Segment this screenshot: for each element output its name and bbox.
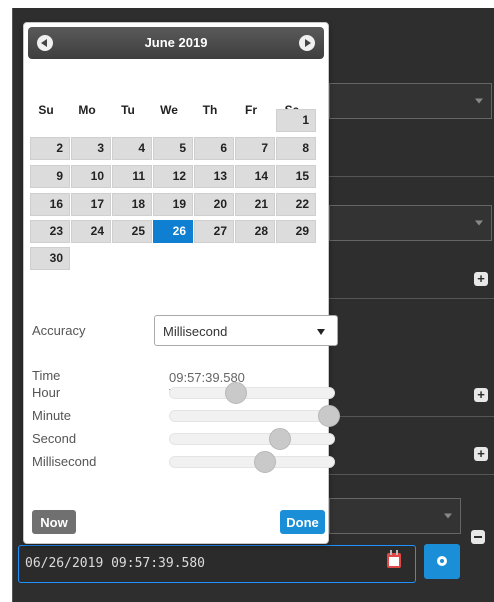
chevron-down-icon	[475, 98, 483, 104]
datetime-input[interactable]: 06/26/2019 09:57:39.580	[18, 545, 416, 583]
day-cell[interactable]: 21	[235, 193, 275, 216]
slider-track[interactable]	[169, 405, 341, 427]
add-button-1[interactable]: +	[474, 272, 488, 286]
time-label: Time	[32, 368, 61, 383]
remove-button[interactable]	[471, 530, 485, 544]
divider	[329, 416, 494, 417]
slider-handle[interactable]	[318, 405, 341, 427]
day-cell[interactable]: 29	[276, 220, 316, 243]
month-title: June 2019	[144, 35, 208, 50]
day-cell[interactable]: 14	[235, 165, 275, 188]
day-cell[interactable]: 18	[112, 193, 152, 216]
accuracy-label: Accuracy	[32, 323, 86, 338]
chevron-down-icon	[475, 220, 483, 226]
day-cell[interactable]: 9	[30, 165, 70, 188]
day-cell[interactable]: 12	[153, 165, 193, 188]
accuracy-select[interactable]: Millisecond	[154, 315, 338, 346]
now-button[interactable]: Now	[32, 510, 76, 534]
add-button-3[interactable]: +	[474, 447, 488, 461]
day-cell[interactable]: 7	[235, 137, 275, 160]
day-cell[interactable]: 25	[112, 220, 152, 243]
day-cell[interactable]: 28	[235, 220, 275, 243]
day-cell[interactable]: 10	[71, 165, 111, 188]
datetime-picker: June 2019 SuMoTuWeThFrSa 123456789101112…	[23, 22, 341, 544]
chevron-down-icon	[444, 513, 452, 519]
chevron-down-icon	[317, 329, 325, 335]
done-button[interactable]: Done	[280, 510, 325, 534]
day-cell[interactable]: 19	[153, 193, 193, 216]
weekday-label: Su	[38, 103, 54, 117]
slider-label: Hour	[32, 385, 61, 400]
slider-label: Minute	[32, 408, 72, 423]
gear-icon	[437, 556, 447, 566]
accuracy-select-value: Millisecond	[163, 324, 228, 339]
slider-label: Millisecond	[32, 454, 97, 469]
day-cell[interactable]: 6	[194, 137, 234, 160]
day-cell-selected[interactable]: 26	[153, 220, 193, 243]
day-cell[interactable]: 30	[30, 247, 70, 270]
divider	[329, 474, 494, 475]
slider-handle[interactable]	[254, 451, 277, 473]
day-cell[interactable]: 22	[276, 193, 316, 216]
weekday-label: Mo	[78, 103, 96, 117]
slider-handle[interactable]	[268, 428, 291, 450]
weekday-label: Fr	[245, 103, 257, 117]
weekday-label: We	[160, 103, 178, 117]
dropdown-field-3[interactable]	[329, 498, 461, 534]
day-cell[interactable]: 16	[30, 193, 70, 216]
chevron-right-icon[interactable]	[299, 35, 315, 51]
calendar-icon[interactable]	[387, 550, 401, 568]
day-cell[interactable]: 11	[112, 165, 152, 188]
day-cell[interactable]: 17	[71, 193, 111, 216]
slider-track[interactable]	[169, 382, 335, 404]
weekday-label: Th	[202, 103, 218, 117]
divider	[329, 176, 494, 177]
datetime-input-value: 06/26/2019 09:57:39.580	[25, 556, 206, 571]
add-button-2[interactable]: +	[474, 388, 488, 402]
weekday-label: Tu	[121, 103, 135, 117]
slider-label: Second	[32, 431, 77, 446]
divider	[329, 298, 494, 299]
day-cell[interactable]: 2	[30, 137, 70, 160]
day-cell[interactable]: 27	[194, 220, 234, 243]
slider-handle[interactable]	[224, 382, 247, 404]
settings-button[interactable]	[424, 544, 460, 579]
day-cell[interactable]: 8	[276, 137, 316, 160]
calendar-header: June 2019	[28, 27, 324, 59]
day-cell[interactable]: 20	[194, 193, 234, 216]
day-cell[interactable]: 23	[30, 220, 70, 243]
dropdown-field-1[interactable]	[329, 83, 492, 119]
slider-track[interactable]	[169, 428, 335, 450]
day-cell[interactable]: 24	[71, 220, 111, 243]
day-cell[interactable]: 5	[153, 137, 193, 160]
dropdown-field-2[interactable]	[329, 205, 492, 241]
day-cell[interactable]: 4	[112, 137, 152, 160]
day-cell[interactable]: 1	[276, 109, 316, 132]
day-cell[interactable]: 15	[276, 165, 316, 188]
slider-track[interactable]	[169, 451, 335, 473]
day-cell[interactable]: 13	[194, 165, 234, 188]
day-cell[interactable]: 3	[71, 137, 111, 160]
